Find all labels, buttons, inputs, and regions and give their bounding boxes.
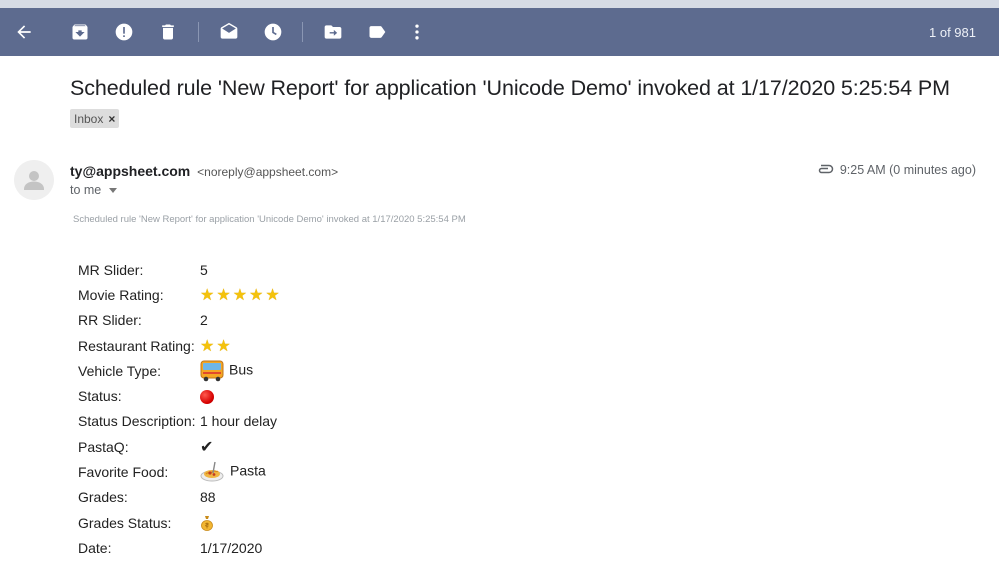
- field-label: Movie Rating:: [78, 286, 164, 303]
- table-row: Vehicle Type: Bus: [76, 358, 284, 383]
- label-icon[interactable]: [365, 20, 389, 44]
- field-label: PastaQ:: [78, 438, 129, 455]
- field-label: Grades Status:: [78, 514, 172, 531]
- favorite-food-text: Pasta: [230, 462, 266, 479]
- inbox-label-chip: Inbox ×: [70, 109, 120, 128]
- field-value: 2: [200, 312, 208, 329]
- recipient-details[interactable]: to me: [70, 183, 118, 197]
- recipient-text: to me: [70, 183, 102, 197]
- mark-unread-icon[interactable]: [217, 20, 241, 44]
- move-to-icon[interactable]: [321, 20, 345, 44]
- email-subject: Scheduled rule 'New Report' for applicat…: [70, 76, 950, 100]
- report-spam-icon[interactable]: [112, 20, 136, 44]
- table-row: Date: 1/17/2020: [76, 535, 284, 560]
- field-label: RR Slider:: [78, 312, 142, 329]
- sender-line: ty@appsheet.com <noreply@appsheet.com>: [70, 163, 338, 179]
- field-label: Favorite Food:: [78, 464, 169, 481]
- back-arrow-icon[interactable]: [12, 20, 36, 44]
- toolbar-separator: [302, 22, 303, 42]
- movie-rating-stars: ★★★★★: [200, 286, 282, 304]
- sender-email: <noreply@appsheet.com>: [197, 165, 339, 179]
- table-row: Movie Rating: ★★★★★: [76, 282, 284, 307]
- field-label: Status:: [78, 388, 122, 405]
- table-row: Restaurant Rating: ★★: [76, 333, 284, 358]
- chevron-down-icon[interactable]: [109, 188, 118, 193]
- snooze-icon[interactable]: [261, 20, 285, 44]
- field-value: 1/17/2020: [200, 539, 263, 556]
- table-row: Grades Status:: [76, 510, 284, 535]
- fields-table: MR Slider: 5 Movie Rating: ★★★★★ RR Slid…: [76, 257, 284, 561]
- field-label: Status Description:: [78, 413, 196, 430]
- table-row: MR Slider: 5: [76, 257, 284, 282]
- vehicle-type-text: Bus: [229, 361, 254, 378]
- attachment-icon: [818, 164, 834, 174]
- restaurant-rating-stars: ★★: [200, 337, 233, 355]
- field-label: Restaurant Rating:: [78, 337, 195, 354]
- field-label: Grades:: [78, 489, 128, 506]
- field-value: 88: [200, 489, 216, 506]
- table-row: Favorite Food: Pasta: [76, 459, 284, 484]
- bus-icon: [200, 360, 224, 382]
- toolbar-separator: [198, 22, 199, 42]
- delete-icon[interactable]: [156, 20, 180, 44]
- email-time: 9:25 AM (0 minutes ago): [816, 163, 976, 177]
- label-chip-text: Inbox: [74, 111, 104, 126]
- spaghetti-icon: [200, 461, 224, 482]
- field-value: 5: [200, 261, 208, 278]
- time-text: 9:25 AM (0 minutes ago): [839, 163, 976, 177]
- more-vert-icon[interactable]: [405, 20, 429, 44]
- money-bag-icon: [201, 516, 213, 532]
- message-counter: 1 of 981: [929, 25, 976, 40]
- remove-label-icon[interactable]: ×: [108, 112, 115, 126]
- table-row: Status:: [76, 383, 284, 408]
- sender-name[interactable]: ty@appsheet.com: [70, 163, 190, 179]
- table-row: RR Slider: 2: [76, 308, 284, 333]
- field-value: 1 hour delay: [200, 413, 278, 430]
- archive-icon[interactable]: [68, 20, 92, 44]
- email-preheader: Scheduled rule 'New Report' for applicat…: [73, 214, 466, 225]
- table-row: PastaQ: ✔: [76, 434, 284, 459]
- top-border: [0, 0, 999, 8]
- table-row: Status Description: 1 hour delay: [76, 409, 284, 434]
- avatar: [14, 160, 54, 200]
- table-row: Grades: 88: [76, 485, 284, 510]
- toolbar: 1 of 981: [0, 8, 999, 56]
- check-mark-icon: ✔: [200, 438, 214, 456]
- field-label: Date:: [78, 539, 112, 556]
- red-circle-icon: [200, 390, 214, 405]
- field-label: MR Slider:: [78, 261, 144, 278]
- field-label: Vehicle Type:: [78, 362, 162, 379]
